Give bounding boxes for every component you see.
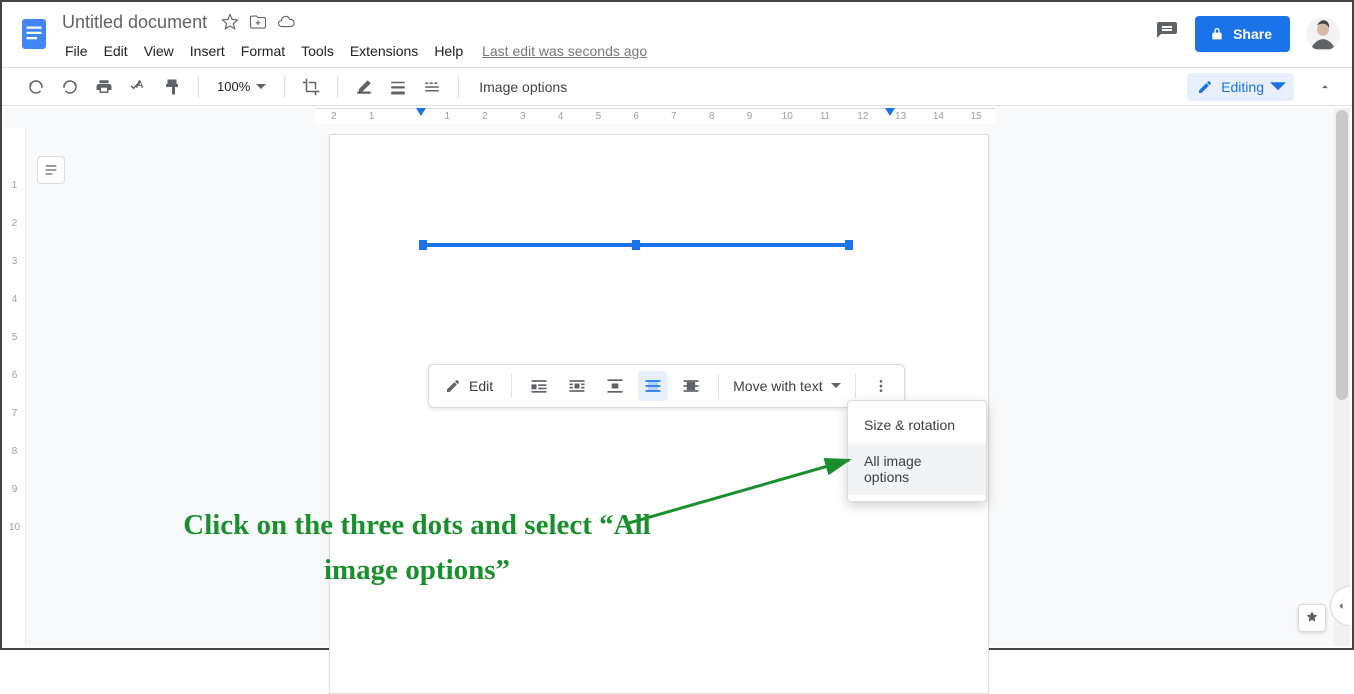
mode-label: Editing	[1221, 79, 1264, 95]
ruler-tick: 3	[504, 111, 542, 122]
menu-bar: File Edit View Insert Format Tools Exten…	[58, 38, 657, 64]
ruler-tick: 2	[4, 204, 25, 242]
move-label: Move with text	[733, 378, 822, 394]
account-avatar[interactable]	[1306, 17, 1340, 51]
separator	[458, 76, 459, 98]
wrap-inline-button[interactable]	[524, 371, 554, 401]
image-options-label[interactable]: Image options	[471, 79, 567, 95]
print-button[interactable]	[90, 73, 118, 101]
selected-image[interactable]	[422, 243, 850, 247]
image-context-toolbar: Edit Move with text	[428, 364, 905, 408]
annotation-text: Click on the three dots and select “All …	[152, 503, 682, 593]
ruler-tick: 1	[428, 111, 466, 122]
ruler-tick	[4, 128, 25, 166]
border-weight-button[interactable]	[384, 73, 412, 101]
separator	[855, 374, 856, 398]
separator	[511, 374, 512, 398]
last-edit-link[interactable]: Last edit was seconds ago	[472, 41, 657, 61]
zoom-value: 100%	[217, 79, 250, 94]
paint-format-button[interactable]	[158, 73, 186, 101]
resize-handle[interactable]	[632, 242, 640, 250]
ruler-tick: 9	[731, 111, 769, 122]
ruler-tick: 10	[4, 508, 25, 546]
wrap-text-button[interactable]	[562, 371, 592, 401]
cloud-status-icon[interactable]	[277, 13, 295, 31]
right-indent-marker[interactable]	[885, 108, 895, 116]
ruler-tick: 10	[768, 111, 806, 122]
app-bar: Untitled document File Edit View Insert …	[2, 2, 1352, 68]
ruler-tick: 11	[806, 111, 844, 122]
ruler-tick: 5	[579, 111, 617, 122]
more-options-menu: Size & rotation All image options	[847, 400, 987, 502]
menu-size-rotation[interactable]: Size & rotation	[848, 407, 986, 443]
vertical-scrollbar[interactable]	[1334, 108, 1350, 646]
ruler-tick: 4	[542, 111, 580, 122]
outline-button[interactable]	[37, 156, 65, 184]
separator	[718, 374, 719, 398]
front-text-button[interactable]	[676, 371, 706, 401]
workspace: 21123456789101112131415 12345678910 Edit	[4, 108, 1350, 646]
left-indent-marker[interactable]	[416, 108, 426, 116]
menu-format[interactable]: Format	[234, 41, 292, 61]
more-options-button[interactable]	[868, 371, 894, 401]
collapse-toolbar-button[interactable]	[1310, 72, 1340, 102]
ruler-tick: 6	[4, 356, 25, 394]
ruler-tick: 9	[4, 470, 25, 508]
menu-tools[interactable]: Tools	[294, 41, 341, 61]
edit-label: Edit	[469, 378, 493, 394]
ruler-tick: 6	[617, 111, 655, 122]
ruler-tick: 5	[4, 318, 25, 356]
ruler-tick: 2	[315, 111, 353, 122]
editing-mode-button[interactable]: Editing	[1187, 73, 1294, 101]
explore-button[interactable]	[1298, 604, 1326, 632]
edit-image-button[interactable]: Edit	[439, 374, 499, 398]
behind-text-button[interactable]	[638, 371, 668, 401]
separator	[337, 76, 338, 98]
move-with-text-select[interactable]: Move with text	[731, 374, 842, 398]
border-dash-button[interactable]	[418, 73, 446, 101]
menu-all-image-options[interactable]: All image options	[848, 443, 986, 495]
zoom-select[interactable]: 100%	[211, 76, 272, 97]
resize-handle[interactable]	[419, 242, 427, 250]
redo-button[interactable]	[56, 73, 84, 101]
menu-insert[interactable]: Insert	[183, 41, 232, 61]
break-text-button[interactable]	[600, 371, 630, 401]
share-button[interactable]: Share	[1195, 16, 1290, 52]
crop-button[interactable]	[297, 73, 325, 101]
undo-button[interactable]	[22, 73, 50, 101]
menu-edit[interactable]: Edit	[97, 41, 135, 61]
resize-handle[interactable]	[845, 242, 853, 250]
side-panel-toggle[interactable]	[1330, 586, 1350, 626]
menu-extensions[interactable]: Extensions	[343, 41, 425, 61]
ruler-tick: 15	[957, 111, 995, 122]
ruler-tick: 7	[655, 111, 693, 122]
ruler-tick: 2	[466, 111, 504, 122]
vertical-ruler[interactable]: 12345678910	[4, 128, 26, 646]
ruler-tick: 1	[4, 166, 25, 204]
ruler-tick: 7	[4, 394, 25, 432]
star-icon[interactable]	[221, 13, 239, 31]
border-color-button[interactable]	[350, 73, 378, 101]
menu-help[interactable]: Help	[427, 41, 470, 61]
ruler-tick: 4	[4, 280, 25, 318]
ruler-tick: 3	[4, 242, 25, 280]
ruler-tick: 8	[693, 111, 731, 122]
move-to-folder-icon[interactable]	[249, 13, 267, 31]
menu-view[interactable]: View	[137, 41, 181, 61]
ruler-tick: 1	[353, 111, 391, 122]
scrollbar-thumb[interactable]	[1336, 110, 1348, 400]
ruler-tick: 8	[4, 432, 25, 470]
docs-logo[interactable]	[14, 8, 54, 60]
menu-file[interactable]: File	[58, 41, 95, 61]
ruler-tick: 14	[920, 111, 958, 122]
ruler-tick: 12	[844, 111, 882, 122]
document-title[interactable]: Untitled document	[58, 10, 211, 35]
spellcheck-button[interactable]	[124, 73, 152, 101]
separator	[284, 76, 285, 98]
comment-history-icon[interactable]	[1155, 20, 1179, 49]
share-label: Share	[1233, 26, 1272, 42]
separator	[198, 76, 199, 98]
toolbar: 100% Image options Editing	[2, 68, 1352, 106]
